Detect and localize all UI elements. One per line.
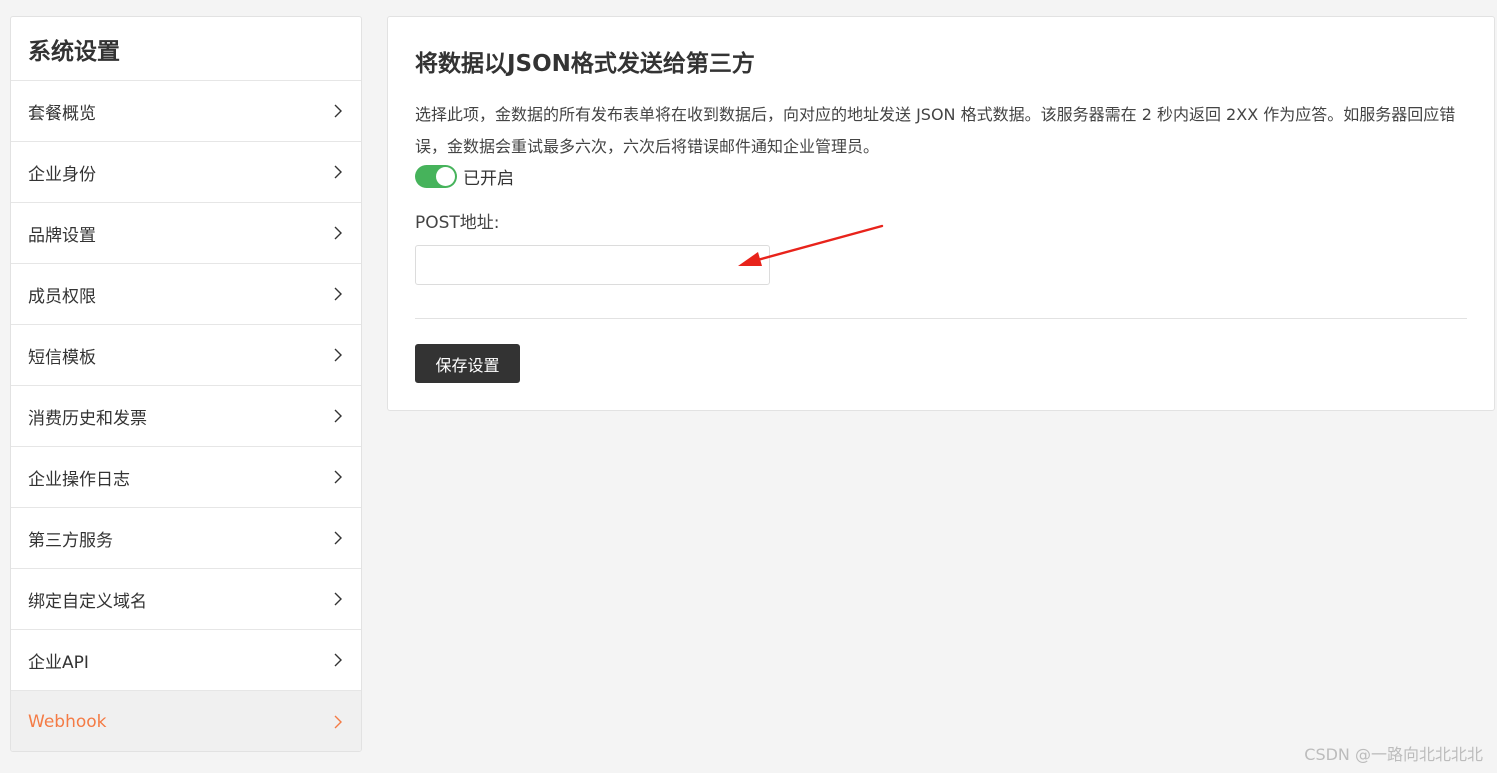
webhook-description: 选择此项，金数据的所有发布表单将在收到数据后，向对应的地址发送 JSON 格式数… xyxy=(415,105,1456,156)
post-url-label: POST地址: xyxy=(415,213,500,233)
sidebar-title: 系统设置 xyxy=(11,17,361,81)
sidebar-item-label: 品牌设置 xyxy=(28,225,96,246)
chevron-right-icon xyxy=(332,469,344,485)
chevron-right-icon xyxy=(332,225,344,241)
sidebar-item-member-permissions[interactable]: 成员权限 xyxy=(11,264,361,325)
chevron-right-icon xyxy=(332,530,344,546)
sidebar-item-label: 企业API xyxy=(28,652,89,673)
sidebar-item-label: 套餐概览 xyxy=(28,103,96,124)
divider xyxy=(415,318,1467,319)
webhook-toggle-row: 已开启 xyxy=(415,164,514,189)
sidebar-item-label: 消费历史和发票 xyxy=(28,408,147,429)
settings-sidebar: 系统设置 套餐概览 企业身份 品牌设置 成员权限 短信模板 消费历史和发票 企业… xyxy=(10,16,362,752)
sidebar-item-third-party-services[interactable]: 第三方服务 xyxy=(11,508,361,569)
webhook-enable-toggle[interactable] xyxy=(415,165,457,188)
save-settings-button[interactable]: 保存设置 xyxy=(415,344,520,383)
watermark-text: CSDN @一路向北北北北 xyxy=(1304,745,1483,764)
chevron-right-icon xyxy=(332,103,344,119)
sidebar-item-label: 企业操作日志 xyxy=(28,469,130,490)
sidebar-item-sms-templates[interactable]: 短信模板 xyxy=(11,325,361,386)
chevron-right-icon xyxy=(332,591,344,607)
sidebar-item-company-identity[interactable]: 企业身份 xyxy=(11,142,361,203)
page-title: 将数据以JSON格式发送给第三方 xyxy=(415,51,755,77)
chevron-right-icon xyxy=(332,164,344,180)
post-url-input[interactable] xyxy=(415,245,770,285)
webhook-settings-panel: 将数据以JSON格式发送给第三方 选择此项，金数据的所有发布表单将在收到数据后，… xyxy=(387,16,1495,411)
annotation-arrow-icon xyxy=(738,224,884,266)
sidebar-nav: 套餐概览 企业身份 品牌设置 成员权限 短信模板 消费历史和发票 企业操作日志 xyxy=(11,81,361,751)
sidebar-item-brand-settings[interactable]: 品牌设置 xyxy=(11,203,361,264)
chevron-right-icon xyxy=(332,652,344,668)
sidebar-item-label: 企业身份 xyxy=(28,164,96,185)
sidebar-item-billing-history[interactable]: 消费历史和发票 xyxy=(11,386,361,447)
sidebar-item-custom-domain[interactable]: 绑定自定义域名 xyxy=(11,569,361,630)
sidebar-item-label: 第三方服务 xyxy=(28,530,113,551)
toggle-knob xyxy=(436,167,455,186)
sidebar-item-label: 成员权限 xyxy=(28,286,96,307)
sidebar-item-label: 绑定自定义域名 xyxy=(28,591,147,612)
sidebar-item-webhook[interactable]: Webhook xyxy=(11,691,361,751)
chevron-right-icon xyxy=(332,408,344,424)
sidebar-item-label: 短信模板 xyxy=(28,347,96,368)
chevron-right-icon xyxy=(332,347,344,363)
sidebar-item-company-api[interactable]: 企业API xyxy=(11,630,361,691)
chevron-right-icon xyxy=(332,714,344,730)
sidebar-item-plan-overview[interactable]: 套餐概览 xyxy=(11,81,361,142)
toggle-status-label: 已开启 xyxy=(463,169,514,189)
sidebar-item-label: Webhook xyxy=(28,711,107,732)
sidebar-item-operation-log[interactable]: 企业操作日志 xyxy=(11,447,361,508)
chevron-right-icon xyxy=(332,286,344,302)
